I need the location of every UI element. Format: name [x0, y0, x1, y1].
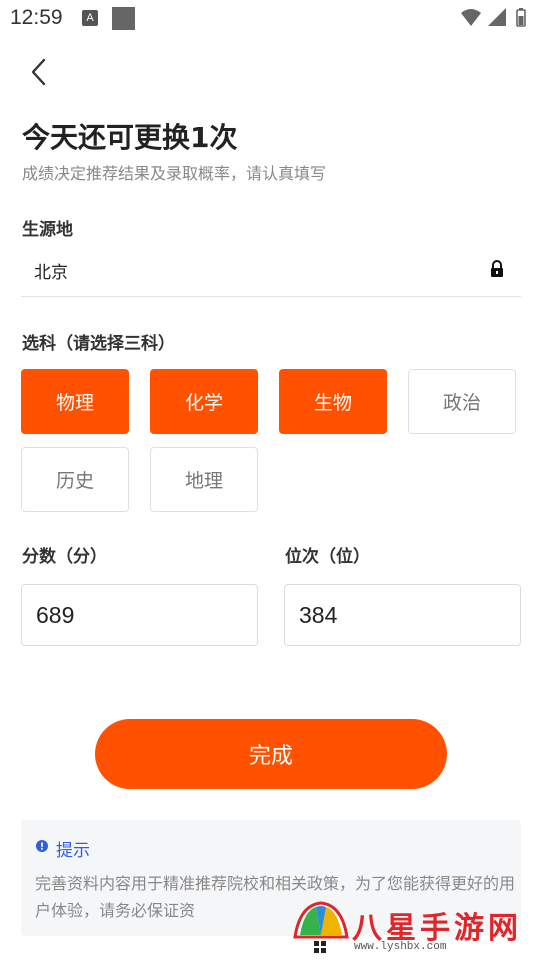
origin-value: 北京 — [34, 263, 68, 283]
watermark: 八星手游网 www.lyshbx.com — [292, 899, 532, 960]
done-button[interactable]: 完成 — [95, 719, 447, 789]
notification-square-icon — [112, 7, 135, 30]
page-subtitle: 成绩决定推荐结果及录取概率，请认真填写 — [22, 164, 327, 183]
score-input[interactable]: 689 — [21, 584, 258, 646]
page-title: 今天还可更换1次 — [22, 121, 238, 154]
subjects-label: 选科（请选择三科） — [22, 334, 175, 354]
chevron-left-icon — [31, 58, 46, 86]
lock-icon — [491, 260, 503, 277]
status-time: 12:59 — [10, 6, 63, 29]
wifi-icon — [461, 9, 481, 26]
status-indicators — [460, 7, 532, 33]
score-label: 分数（分） — [22, 547, 107, 567]
origin-label: 生源地 — [22, 220, 73, 240]
rank-label: 位次（位） — [285, 547, 370, 567]
back-button[interactable] — [24, 56, 56, 88]
subject-chip-geography[interactable]: 地理 — [150, 447, 258, 512]
watermark-logo-icon — [293, 901, 349, 953]
watermark-url: www.lyshbx.com — [354, 941, 447, 953]
notification-icon: A — [82, 10, 98, 26]
rank-input[interactable]: 384 — [284, 584, 521, 646]
signal-icon — [488, 8, 506, 26]
status-bar: 12:59 A — [0, 0, 540, 38]
tip-title: 提示 — [56, 841, 90, 861]
subject-chip-physics[interactable]: 物理 — [21, 369, 129, 434]
info-icon — [36, 840, 48, 852]
origin-field: 北京 — [21, 246, 521, 297]
subject-chip-chemistry[interactable]: 化学 — [150, 369, 258, 434]
subject-chip-biology[interactable]: 生物 — [279, 369, 387, 434]
battery-icon — [516, 8, 526, 27]
subject-chip-politics[interactable]: 政治 — [408, 369, 516, 434]
subject-chip-history[interactable]: 历史 — [21, 447, 129, 512]
